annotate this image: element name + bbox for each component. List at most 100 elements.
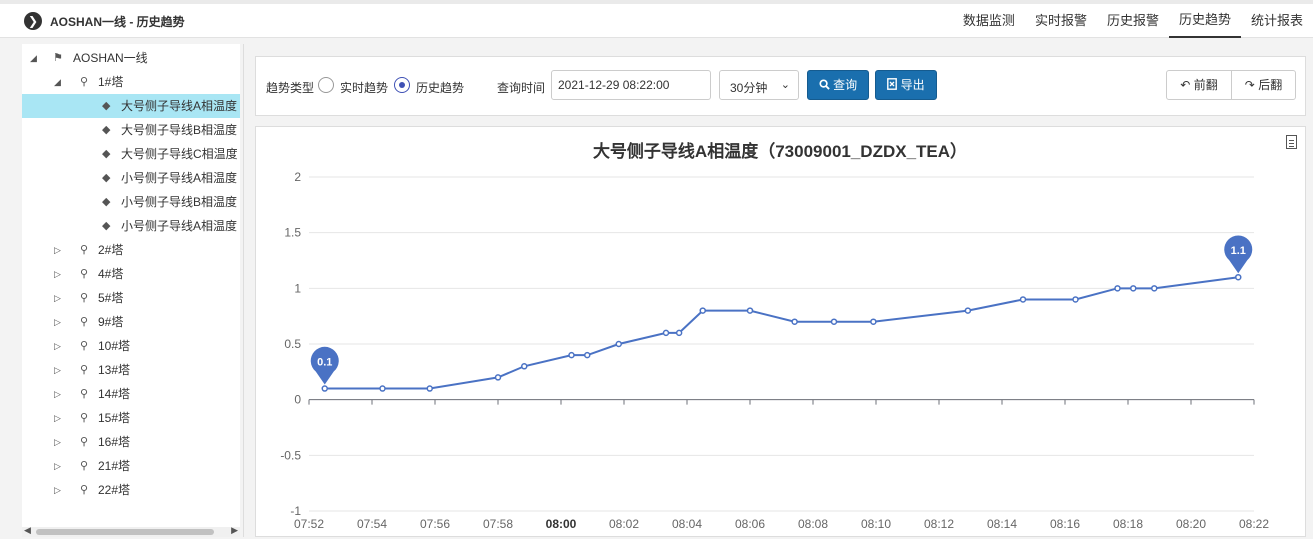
tree-node-sensor[interactable]: ◆ 大号侧子导线B相温度: [22, 118, 240, 142]
x-tick-label: 08:18: [1113, 517, 1143, 531]
collapse-arrow-icon[interactable]: ▷: [54, 286, 61, 310]
map-pin-icon: ⚲: [80, 268, 89, 280]
collapse-arrow-icon[interactable]: ▷: [54, 382, 61, 406]
tree-node-label: 14#塔: [98, 387, 131, 401]
data-point: [584, 351, 591, 359]
tree-node-tower[interactable]: ▷ ⚲ 13#塔: [22, 358, 240, 382]
tree-node-label: 4#塔: [98, 267, 124, 281]
map-pin-icon: ⚲: [80, 388, 89, 400]
tree-node-tower[interactable]: ▷ ⚲ 2#塔: [22, 238, 240, 262]
x-tick-label: 08:22: [1239, 517, 1269, 531]
tree-node-sensor[interactable]: ◆ 大号侧子导线A相温度: [22, 94, 240, 118]
tab-statistics-report[interactable]: 统计报表: [1241, 4, 1313, 38]
tab-history-alarm[interactable]: 历史报警: [1097, 4, 1169, 38]
tree-node-tower[interactable]: ▷ ⚲ 5#塔: [22, 286, 240, 310]
tree-node-tower[interactable]: ▷ ⚲ 4#塔: [22, 262, 240, 286]
tree-node-tower[interactable]: ▷ ⚲ 15#塔: [22, 406, 240, 430]
reply-arrow-icon: ↶: [1180, 78, 1191, 92]
tree-node-line[interactable]: ◢ ⚑ AOSHAN一线: [22, 46, 240, 70]
collapse-arrow-icon[interactable]: ▷: [54, 454, 61, 478]
map-pin-icon: ⚲: [80, 292, 89, 304]
data-point: [568, 351, 575, 359]
tree-node-tower[interactable]: ◢ ⚲ 1#塔: [22, 70, 240, 94]
query-button[interactable]: 查询: [807, 70, 869, 100]
prev-page-button[interactable]: ↶ 前翻: [1166, 70, 1232, 100]
tree-node-label: 1#塔: [98, 75, 124, 89]
tree-node-tower[interactable]: ▷ ⚲ 9#塔: [22, 310, 240, 334]
y-tick-label: 0: [294, 393, 301, 407]
data-point: [379, 385, 386, 392]
realtime-trend-label[interactable]: 实时趋势: [340, 79, 388, 96]
map-pin-icon: ⚲: [80, 244, 89, 256]
next-page-button[interactable]: ↷ 后翻: [1231, 70, 1296, 100]
expand-arrow-icon[interactable]: ◢: [30, 46, 37, 70]
chevron-right-icon[interactable]: ❯: [24, 12, 42, 30]
scrollbar-thumb[interactable]: [36, 529, 214, 535]
sidebar-divider: [243, 44, 244, 537]
collapse-arrow-icon[interactable]: ▷: [54, 406, 61, 430]
tree-node-label: 21#塔: [98, 459, 131, 473]
query-toolbar: 趋势类型 实时趋势 历史趋势 查询时间 30分钟 ⌄ 查询 导出 ↶ 前翻 ↷ …: [255, 56, 1306, 116]
trend-chart: 大号侧子导线A相温度（73009001_DZDX_TEA） 2 1.5 1 0.5 0 -0…: [280, 141, 1269, 531]
tree-node-tower[interactable]: ▷ ⚲ 21#塔: [22, 454, 240, 478]
realtime-trend-radio[interactable]: [318, 77, 334, 93]
share-arrow-icon: ↷: [1244, 78, 1255, 92]
prev-page-label: 前翻: [1193, 78, 1218, 92]
expand-arrow-icon[interactable]: ◢: [54, 70, 61, 94]
chevron-down-icon: ⌄: [780, 79, 790, 91]
tree-node-tower[interactable]: ▷ ⚲ 10#塔: [22, 334, 240, 358]
data-point: [791, 318, 798, 325]
tree-node-tower[interactable]: ▷ ⚲ 16#塔: [22, 430, 240, 454]
history-trend-radio[interactable]: [394, 77, 410, 93]
query-time-input[interactable]: [551, 70, 711, 100]
export-button[interactable]: 导出: [875, 70, 937, 100]
tag-icon: ◆: [102, 148, 111, 160]
tree-node-sensor[interactable]: ◆ 大号侧子导线C相温度: [22, 142, 240, 166]
data-point: [615, 340, 622, 348]
interval-value: 30分钟: [730, 81, 768, 95]
data-point: [1072, 296, 1079, 303]
tree-node-tower[interactable]: ▷ ⚲ 22#塔: [22, 478, 240, 502]
data-point: [321, 385, 328, 392]
x-tick-label: 08:04: [672, 517, 702, 531]
tree-node-tower[interactable]: ▷ ⚲ 14#塔: [22, 382, 240, 406]
y-tick-label: 0.5: [284, 337, 301, 351]
device-tree: ◢ ⚑ AOSHAN一线 ◢ ⚲ 1#塔 ◆ 大号侧子导线A相温度 ◆ 大号侧子导线B相温度 ◆ 大号…: [22, 44, 240, 537]
tree-horizontal-scrollbar[interactable]: ◀ ▶: [22, 525, 240, 537]
tab-realtime-alarm[interactable]: 实时报警: [1025, 4, 1097, 38]
data-point: [494, 374, 502, 381]
collapse-arrow-icon[interactable]: ▷: [54, 358, 61, 382]
history-trend-label[interactable]: 历史趋势: [416, 79, 464, 96]
tree-node-label: 5#塔: [98, 291, 124, 305]
collapse-arrow-icon[interactable]: ▷: [54, 238, 61, 262]
x-tick-label: 08:02: [609, 517, 639, 531]
interval-select[interactable]: 30分钟 ⌄: [719, 70, 799, 100]
tree-node-label: 22#塔: [98, 483, 131, 497]
tree-node-sensor[interactable]: ◆ 小号侧子导线A相温度: [22, 214, 240, 238]
collapse-arrow-icon[interactable]: ▷: [54, 262, 61, 286]
tree-node-sensor[interactable]: ◆ 小号侧子导线A相温度: [22, 166, 240, 190]
tree-node-label: 小号侧子导线A相温度: [121, 219, 238, 233]
map-pin-icon: ⚲: [80, 412, 89, 424]
scroll-right-icon[interactable]: ▶: [231, 525, 238, 536]
tree-node-label: 大号侧子导线C相温度: [121, 147, 238, 161]
tab-history-trend[interactable]: 历史趋势: [1168, 4, 1241, 38]
collapse-arrow-icon[interactable]: ▷: [54, 334, 61, 358]
collapse-arrow-icon[interactable]: ▷: [54, 310, 61, 334]
scroll-left-icon[interactable]: ◀: [24, 525, 31, 536]
tree-node-label: 2#塔: [98, 243, 124, 257]
tree-node-sensor[interactable]: ◆ 小号侧子导线B相温度: [22, 190, 240, 214]
search-icon: [819, 79, 830, 90]
tree-node-label: 大号侧子导线B相温度: [121, 123, 238, 137]
tag-icon: ◆: [102, 124, 111, 136]
collapse-arrow-icon[interactable]: ▷: [54, 478, 61, 502]
tree-node-label: 小号侧子导线B相温度: [121, 195, 238, 209]
document-icon[interactable]: [1286, 135, 1297, 149]
flag-icon: ⚑: [53, 52, 63, 64]
map-pin-icon: ⚲: [80, 484, 89, 496]
x-tick-label: 07:56: [420, 517, 450, 531]
collapse-arrow-icon[interactable]: ▷: [54, 430, 61, 454]
y-tick-label: 1: [294, 281, 301, 295]
value-marker-label: 0.1: [317, 357, 332, 369]
tab-data-monitor[interactable]: 数据监测: [953, 4, 1025, 38]
